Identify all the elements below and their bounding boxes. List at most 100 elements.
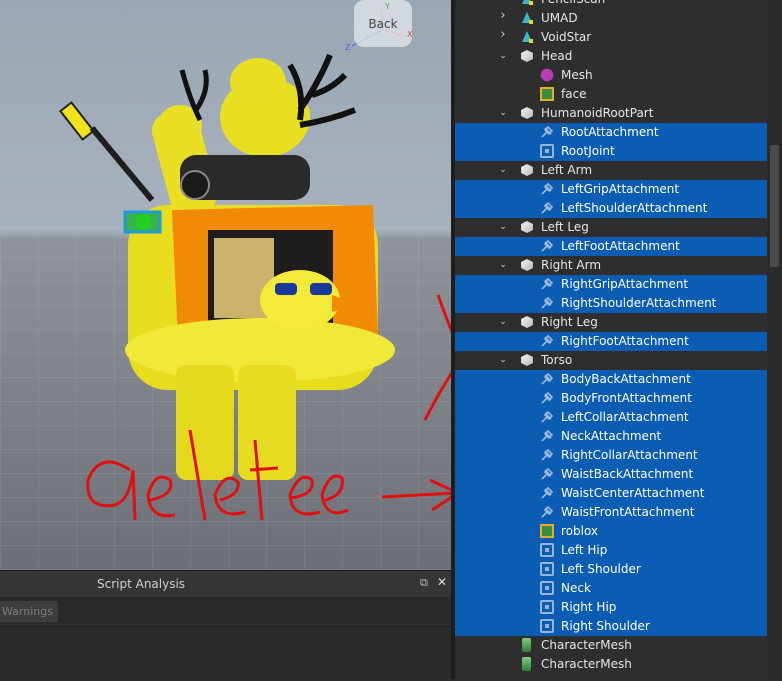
tree-row[interactable]: WaistFrontAttachment (455, 503, 767, 522)
tree-row-label: Right Shoulder (561, 619, 650, 633)
tree-row[interactable]: RightFootAttachment (455, 332, 767, 351)
part-icon (521, 354, 533, 366)
joint-icon (540, 600, 554, 614)
part-icon (521, 316, 533, 328)
collapse-arrow-icon[interactable]: ⌄ (498, 221, 508, 233)
joint-icon (540, 562, 554, 576)
tree-row-label: VoidStar (541, 30, 592, 44)
accessory-icon (520, 0, 534, 6)
tree-row[interactable]: Right Shoulder (455, 617, 767, 636)
tree-row[interactable]: Neck (455, 579, 767, 598)
dock-icon[interactable]: ⧉ (420, 576, 428, 590)
tree-row-label: Right Arm (541, 258, 602, 272)
attachment-icon (540, 486, 554, 500)
mesh-icon (540, 68, 554, 82)
tree-row[interactable]: RightShoulderAttachment (455, 294, 767, 313)
tree-row[interactable]: LeftShoulderAttachment (455, 199, 767, 218)
viewport-3d[interactable]: Back X Y Z (0, 0, 451, 570)
tree-row[interactable]: ⌄ Left Leg (455, 218, 767, 237)
panel-titlebar: Script Analysis ⧉ ✕ (0, 571, 451, 598)
tree-row[interactable]: ⌄ Torso (455, 351, 767, 370)
tree-row[interactable]: WaistBackAttachment (455, 465, 767, 484)
tool-on-back (58, 101, 155, 202)
tree-row[interactable]: ⌄ Left Arm (455, 161, 767, 180)
attachment-icon (540, 429, 554, 443)
tree-row[interactable]: NeckAttachment (455, 427, 767, 446)
tree-row[interactable]: RightGripAttachment (455, 275, 767, 294)
tree-row-label: WaistCenterAttachment (561, 486, 705, 500)
tree-row-label: BodyFrontAttachment (561, 391, 692, 405)
tree-row[interactable]: RightCollarAttachment (455, 446, 767, 465)
joint-icon (540, 581, 554, 595)
tree-row[interactable]: WaistCenterAttachment (455, 484, 767, 503)
tree-row-label: UMAD (541, 11, 578, 25)
tree-row[interactable]: roblox (455, 522, 767, 541)
tree-row[interactable]: BodyFrontAttachment (455, 389, 767, 408)
axis-label-x: X (407, 30, 413, 39)
tree-row-label: RightFootAttachment (561, 334, 689, 348)
accessory-icon (520, 11, 534, 25)
collapse-arrow-icon[interactable]: ⌄ (498, 354, 508, 366)
script-analysis-panel: Script Analysis ⧉ ✕ Warnings (0, 570, 451, 681)
collapse-arrow-icon[interactable]: ⌄ (498, 50, 508, 62)
tree-row[interactable]: Mesh (455, 66, 767, 85)
tree-row-label: CharacterMesh (541, 638, 632, 652)
tree-row[interactable]: ⌄ Right Arm (455, 256, 767, 275)
collapse-arrow-icon[interactable]: ⌄ (498, 164, 508, 176)
tree-row[interactable]: LeftGripAttachment (455, 180, 767, 199)
tree-row[interactable]: Left Shoulder (455, 560, 767, 579)
tree-row[interactable]: › VoidStar (455, 28, 767, 47)
tree-row-label: Left Arm (541, 163, 593, 177)
attachment-icon (540, 372, 554, 386)
tab-warnings[interactable]: Warnings (0, 601, 58, 622)
tree-row[interactable]: Right Hip (455, 598, 767, 617)
tree-row[interactable]: Left Hip (455, 541, 767, 560)
expand-arrow-icon[interactable]: › (498, 28, 508, 41)
collapse-arrow-icon[interactable]: ⌄ (498, 316, 508, 328)
part-icon (521, 50, 533, 62)
tree-row-label: roblox (561, 524, 599, 538)
panel-title: Script Analysis (97, 577, 186, 591)
tree-row-label: RightCollarAttachment (561, 448, 698, 462)
tree-row[interactable]: ⌄ Head (455, 47, 767, 66)
tree-row[interactable]: RootAttachment (455, 123, 767, 142)
back-button[interactable]: Back (354, 0, 412, 47)
collapse-arrow-icon[interactable]: ⌄ (498, 107, 508, 119)
accessory-icon (520, 30, 534, 44)
tree-row[interactable]: ⌄ Right Leg (455, 313, 767, 332)
tree-row[interactable]: RootJoint (455, 142, 767, 161)
tree-row-label: Left Shoulder (561, 562, 641, 576)
joint-icon (540, 619, 554, 633)
attachment-icon (540, 448, 554, 462)
tree-row-label: Right Hip (561, 600, 617, 614)
scrollbar-thumb[interactable] (770, 145, 779, 267)
explorer-scrollbar[interactable] (767, 0, 782, 679)
tree-row[interactable]: CharacterMesh (455, 655, 767, 674)
attachment-icon (540, 505, 554, 519)
tree-row-label: RightShoulderAttachment (561, 296, 717, 310)
tree-row[interactable]: ⌄ HumanoidRootPart (455, 104, 767, 123)
tree-row-label: Neck (561, 581, 591, 595)
decal-icon (540, 524, 554, 538)
expand-arrow-icon[interactable]: › (498, 9, 508, 22)
attachment-icon (540, 391, 554, 405)
tree-row-label: LeftGripAttachment (561, 182, 680, 196)
attachment-icon (540, 467, 554, 481)
back-button-label: Back (368, 16, 398, 31)
tree-row-label: RightGripAttachment (561, 277, 689, 291)
tree-row[interactable]: CharacterMesh (455, 636, 767, 655)
left-leg-shape (176, 365, 234, 480)
tree-row-label: Head (541, 49, 573, 63)
decal-icon (540, 87, 554, 101)
tree-row[interactable]: face (455, 85, 767, 104)
attachment-icon (540, 334, 554, 348)
tree-row[interactable]: LeftCollarAttachment (455, 408, 767, 427)
tree-row-label: Left Hip (561, 543, 608, 557)
tree-row[interactable]: LeftFootAttachment (455, 237, 767, 256)
tree-row[interactable]: › UMAD (455, 9, 767, 28)
part-icon (521, 107, 533, 119)
expand-arrow-icon[interactable]: › (498, 0, 508, 3)
collapse-arrow-icon[interactable]: ⌄ (498, 259, 508, 271)
tree-row[interactable]: BodyBackAttachment (455, 370, 767, 389)
close-icon[interactable]: ✕ (437, 575, 447, 589)
